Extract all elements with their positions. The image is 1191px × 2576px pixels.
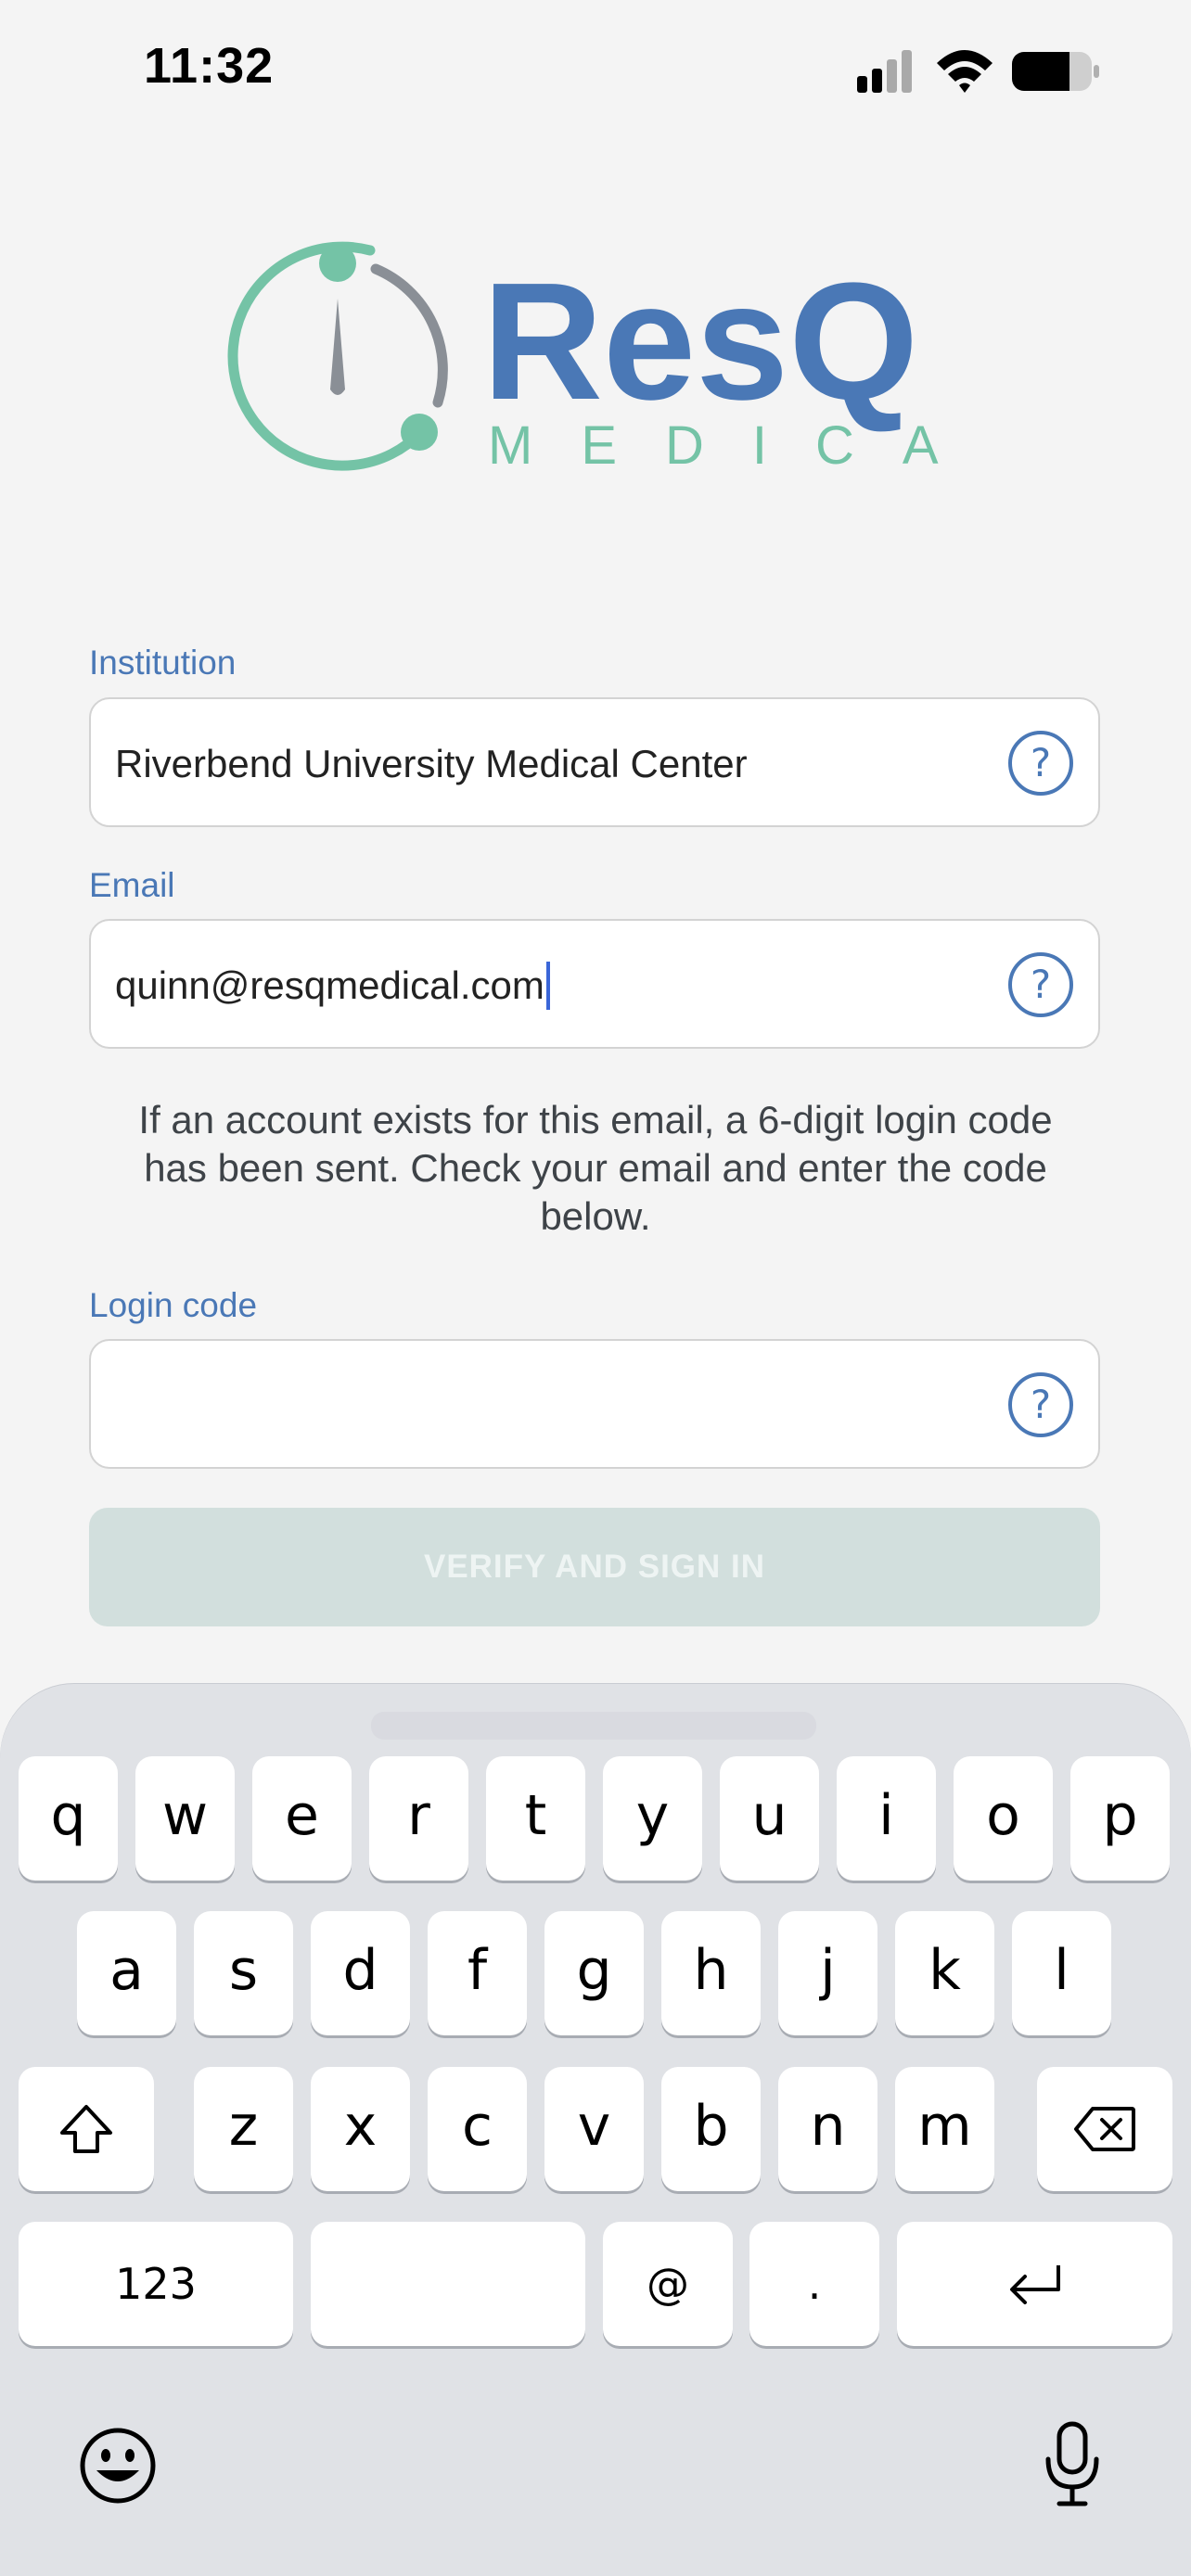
help-icon[interactable]: ? [1007, 730, 1074, 797]
wifi-icon [937, 50, 992, 93]
dot-key[interactable]: . [749, 2222, 879, 2346]
login-code-label: Login code [89, 1286, 258, 1324]
keyboard: q w e r t y u i o p a s d f g h j k l z … [0, 1684, 1191, 2576]
shift-key[interactable] [19, 2067, 154, 2191]
key-l[interactable]: l [1012, 1911, 1111, 2035]
numbers-key[interactable]: 123 [19, 2222, 293, 2346]
resq-medical-logo: ResQ MEDICAL [227, 241, 980, 476]
keyboard-background-ghost [371, 1712, 816, 1740]
key-h[interactable]: h [661, 1911, 761, 2035]
key-z[interactable]: z [194, 2067, 293, 2191]
key-p[interactable]: p [1070, 1756, 1170, 1881]
email-label: Email [89, 866, 175, 904]
key-i[interactable]: i [837, 1756, 936, 1881]
email-value-wrap: quinn@resqmedical.com [115, 921, 550, 1051]
key-n[interactable]: n [778, 2067, 877, 2191]
email-field[interactable]: quinn@resqmedical.com ? [89, 919, 1100, 1049]
signal-icon [857, 50, 912, 93]
key-o[interactable]: o [954, 1756, 1053, 1881]
login-code-field[interactable]: ? [89, 1339, 1100, 1469]
key-d[interactable]: d [311, 1911, 410, 2035]
institution-label: Institution [89, 644, 237, 682]
key-v[interactable]: v [544, 2067, 644, 2191]
key-b[interactable]: b [661, 2067, 761, 2191]
shift-icon [60, 2105, 112, 2153]
key-r[interactable]: r [369, 1756, 468, 1881]
key-e[interactable]: e [252, 1756, 352, 1881]
key-u[interactable]: u [720, 1756, 819, 1881]
email-value: quinn@resqmedical.com [115, 963, 544, 1007]
brand-subtitle: MEDICAL [488, 415, 980, 476]
text-cursor [545, 961, 550, 1010]
key-q[interactable]: q [19, 1756, 118, 1881]
key-s[interactable]: s [194, 1911, 293, 2035]
microphone-icon[interactable] [1043, 2420, 1102, 2509]
status-time: 11:32 [144, 38, 275, 94]
key-k[interactable]: k [895, 1911, 994, 2035]
brand-name: ResQ [482, 249, 918, 435]
verify-and-sign-in-button[interactable]: VERIFY AND SIGN IN [89, 1508, 1100, 1626]
key-c[interactable]: c [428, 2067, 527, 2191]
svg-text:?: ? [1031, 962, 1051, 1007]
dial-icon [227, 241, 448, 471]
help-icon[interactable]: ? [1007, 1371, 1074, 1438]
status-icons [857, 50, 1099, 93]
space-key[interactable] [311, 2222, 585, 2346]
backspace-key[interactable] [1037, 2067, 1172, 2191]
key-y[interactable]: y [603, 1756, 702, 1881]
backspace-icon [1074, 2107, 1135, 2151]
return-key[interactable] [897, 2222, 1172, 2346]
svg-text:?: ? [1031, 1382, 1051, 1427]
key-m[interactable]: m [895, 2067, 994, 2191]
key-x[interactable]: x [311, 2067, 410, 2191]
institution-value: Riverbend University Medical Center [115, 742, 748, 785]
return-icon [1009, 2265, 1060, 2304]
key-j[interactable]: j [778, 1911, 877, 2035]
help-icon[interactable]: ? [1007, 951, 1074, 1018]
emoji-icon[interactable] [78, 2426, 158, 2506]
svg-text:?: ? [1031, 740, 1051, 785]
key-w[interactable]: w [135, 1756, 235, 1881]
battery-icon [1012, 52, 1099, 91]
key-a[interactable]: a [77, 1911, 176, 2035]
institution-field[interactable]: Riverbend University Medical Center ? [89, 697, 1100, 827]
at-key[interactable]: @ [603, 2222, 733, 2346]
code-sent-message: If an account exists for this email, a 6… [138, 1098, 1053, 1238]
status-bar: 11:32 [0, 0, 1191, 139]
key-f[interactable]: f [428, 1911, 527, 2035]
key-g[interactable]: g [544, 1911, 644, 2035]
key-t[interactable]: t [486, 1756, 585, 1881]
